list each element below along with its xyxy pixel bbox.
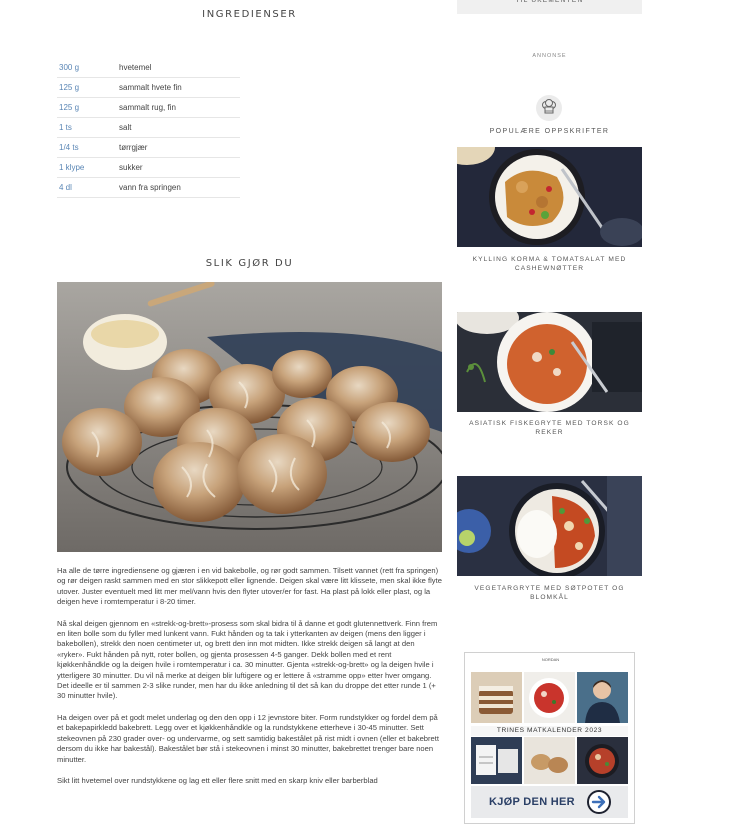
ingredient-name: salt <box>119 123 132 132</box>
ingredient-amount: 125 g <box>59 83 80 92</box>
ingredient-row: 125 g sammalt hvete fin <box>57 78 240 98</box>
ad-tile-cake <box>471 672 522 723</box>
recipe-card-image-2[interactable] <box>457 312 642 412</box>
ad-tile-buns <box>524 737 575 784</box>
ingredients-table: 300 g hvetemel 125 g sammalt hvete fin 125 g… <box>57 58 240 198</box>
ingredient-name: sukker <box>119 163 143 172</box>
recipe-card-title-3[interactable]: VEGETARGRYTE MED SØTPOTET OG BLOMKÅL <box>462 584 637 602</box>
method-paragraph-2: Nå skal deigen gjennom en «strekk-og-bre… <box>57 618 438 701</box>
method-paragraph-4: Sikt litt hvetemel over rundstykkene og … <box>57 775 378 785</box>
ingredient-row: 4 dl vann fra springen <box>57 178 240 198</box>
arrow-right-icon[interactable] <box>586 789 612 815</box>
method-paragraph-3: Ha deigen over på et godt melet underlag… <box>57 712 440 764</box>
weekly-menu-button[interactable]: TIL UKEMENYEN <box>457 0 642 14</box>
method-paragraph-1: Ha alle de tørre ingrediensene og gjæren… <box>57 566 442 607</box>
ingredient-row: 1 klype sukker <box>57 158 240 178</box>
ingredient-amount: 300 g <box>59 63 80 72</box>
ingredient-row: 300 g hvetemel <box>57 58 240 78</box>
ingredient-amount: 1 ts <box>59 123 72 132</box>
popular-recipes-heading: POPULÆRE OPPSKRIFTER <box>489 128 610 135</box>
ingredient-name: hvetemel <box>119 63 152 72</box>
ad-cta-bar[interactable]: KJØP DEN HER <box>471 786 628 818</box>
method-heading: SLIK GJØR DU <box>205 258 294 269</box>
recipe-card-image-3[interactable] <box>457 476 642 576</box>
ingredient-name: vann fra springen <box>119 183 181 192</box>
chef-hat-icon <box>536 95 562 121</box>
ad-label: ANNONSE <box>532 53 567 59</box>
ad-tile-stew <box>577 737 628 784</box>
recipe-photo <box>57 282 442 552</box>
recipe-card-title-2[interactable]: ASIATISK FISKEGRYTE MED TORSK OG REKER <box>462 419 637 437</box>
calendar-ad[interactable]: NORDAN TRINES MATKALENDER 2023 KJØP DEN … <box>464 652 635 824</box>
ingredient-amount: 4 dl <box>59 183 72 192</box>
ad-brand-label: NORDAN <box>541 657 560 662</box>
ad-caption: TRINES MATKALENDER 2023 <box>471 726 628 736</box>
ingredient-row: 125 g sammalt rug, fin <box>57 98 240 118</box>
ingredients-heading: INGREDIENSER <box>202 9 297 20</box>
ingredient-row: 1/4 ts tørrgjær <box>57 138 240 158</box>
ad-tile-calendar <box>471 737 522 784</box>
ingredient-row: 1 ts salt <box>57 118 240 138</box>
recipe-card-title-1[interactable]: KYLLING KORMA & TOMATSALAT MED CASHEWNØT… <box>462 255 637 273</box>
recipe-card-image-1[interactable] <box>457 147 642 247</box>
ingredient-amount: 1 klype <box>59 163 85 172</box>
method-text: Ha alle de tørre ingrediensene og gjæren… <box>57 566 442 797</box>
ad-tile-soup <box>524 672 575 723</box>
ingredient-name: sammalt hvete fin <box>119 83 182 92</box>
ad-caption-text: TRINES MATKALENDER 2023 <box>496 727 603 734</box>
ingredient-name: tørrgjær <box>119 143 148 152</box>
ingredient-amount: 1/4 ts <box>59 143 79 152</box>
ingredient-name: sammalt rug, fin <box>119 103 176 112</box>
ingredient-amount: 125 g <box>59 103 80 112</box>
ad-tile-person <box>577 672 628 723</box>
ad-buy-button-label[interactable]: KJØP DEN HER <box>489 796 575 808</box>
